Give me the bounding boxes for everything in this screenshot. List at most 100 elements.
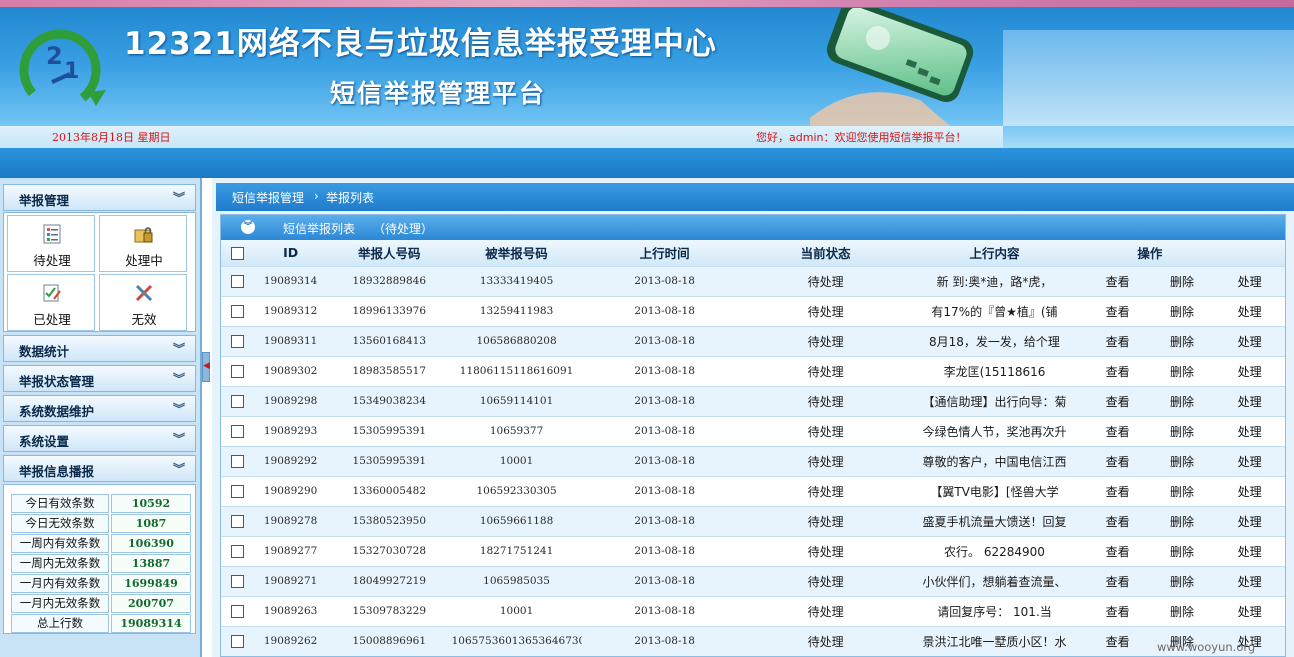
select-all-checkbox[interactable] [231, 247, 245, 261]
collapse-chevron-icon[interactable]: ︾ [241, 220, 255, 234]
view-link[interactable]: 查看 [1085, 505, 1150, 536]
quick-in-progress[interactable]: 处理中 [99, 215, 187, 272]
process-link-label[interactable]: 处理 [1238, 515, 1262, 529]
delete-link-label[interactable]: 删除 [1170, 545, 1194, 559]
view-link-label[interactable]: 查看 [1106, 275, 1130, 289]
row-checkbox[interactable] [231, 545, 245, 558]
view-link[interactable]: 查看 [1085, 475, 1150, 506]
process-link[interactable]: 处理 [1214, 445, 1285, 476]
view-link-label[interactable]: 查看 [1106, 425, 1130, 439]
delete-link[interactable]: 删除 [1149, 385, 1215, 416]
row-checkbox[interactable] [231, 335, 245, 348]
process-link-label[interactable]: 处理 [1238, 395, 1262, 409]
process-link[interactable]: 处理 [1214, 415, 1285, 446]
process-link-label[interactable]: 处理 [1238, 305, 1262, 319]
delete-link[interactable]: 删除 [1149, 535, 1215, 566]
delete-link-label[interactable]: 删除 [1170, 605, 1194, 619]
process-link-label[interactable]: 处理 [1238, 605, 1262, 619]
view-link-label[interactable]: 查看 [1106, 365, 1130, 379]
row-checkbox[interactable] [231, 425, 245, 438]
view-link-label[interactable]: 查看 [1106, 455, 1130, 469]
delete-link-label[interactable]: 删除 [1170, 305, 1194, 319]
view-link-label[interactable]: 查看 [1106, 395, 1130, 409]
row-checkbox[interactable] [231, 515, 245, 528]
view-link-label[interactable]: 查看 [1106, 515, 1130, 529]
process-link-label[interactable]: 处理 [1238, 575, 1262, 589]
sidebar-collapse-toggle[interactable]: ◀ [202, 352, 210, 382]
row-checkbox[interactable] [231, 305, 245, 318]
quick-pending[interactable]: 待处理 [7, 215, 95, 272]
view-link[interactable]: 查看 [1085, 595, 1150, 626]
view-link[interactable]: 查看 [1085, 415, 1150, 446]
process-link-label[interactable]: 处理 [1238, 425, 1262, 439]
delete-link[interactable]: 删除 [1149, 565, 1215, 596]
process-link[interactable]: 处理 [1214, 505, 1285, 536]
process-link-label[interactable]: 处理 [1238, 485, 1262, 499]
delete-link[interactable]: 删除 [1149, 475, 1215, 506]
delete-link-label[interactable]: 删除 [1170, 515, 1194, 529]
sidebar-section-data-statistics[interactable]: 数据统计 ︾ [3, 335, 196, 362]
sidebar-section-report-broadcast[interactable]: 举报信息播报 ︾ [3, 455, 196, 482]
process-link-label[interactable]: 处理 [1238, 275, 1262, 289]
process-link-label[interactable]: 处理 [1238, 335, 1262, 349]
sidebar-section-report-management[interactable]: 举报管理 ︾ [3, 184, 196, 211]
row-checkbox[interactable] [231, 365, 245, 378]
delete-link-label[interactable]: 删除 [1170, 455, 1194, 469]
row-checkbox[interactable] [231, 395, 245, 408]
view-link[interactable]: 查看 [1085, 355, 1150, 386]
quick-invalid[interactable]: 无效 [99, 274, 187, 331]
view-link[interactable]: 查看 [1085, 325, 1150, 356]
view-link-label[interactable]: 查看 [1106, 605, 1130, 619]
delete-link-label[interactable]: 删除 [1170, 335, 1194, 349]
process-link-label[interactable]: 处理 [1238, 455, 1262, 469]
row-checkbox[interactable] [231, 485, 245, 498]
sidebar-section-system-settings[interactable]: 系统设置 ︾ [3, 425, 196, 452]
process-link[interactable]: 处理 [1214, 475, 1285, 506]
view-link[interactable]: 查看 [1085, 565, 1150, 596]
process-link[interactable]: 处理 [1214, 565, 1285, 596]
delete-link[interactable]: 删除 [1149, 505, 1215, 536]
process-link[interactable]: 处理 [1214, 385, 1285, 416]
row-checkbox[interactable] [231, 275, 245, 288]
breadcrumb-item-sms-report-management[interactable]: 短信举报管理 [232, 189, 304, 206]
view-link[interactable]: 查看 [1085, 295, 1150, 326]
delete-link-label[interactable]: 删除 [1170, 365, 1194, 379]
delete-link[interactable]: 删除 [1149, 595, 1215, 626]
row-checkbox[interactable] [231, 605, 245, 618]
view-link-label[interactable]: 查看 [1106, 485, 1130, 499]
delete-link[interactable]: 删除 [1149, 445, 1215, 476]
process-link[interactable]: 处理 [1214, 325, 1285, 356]
process-link-label[interactable]: 处理 [1238, 365, 1262, 379]
view-link-label[interactable]: 查看 [1106, 305, 1130, 319]
view-link[interactable]: 查看 [1085, 385, 1150, 416]
sidebar-section-system-data-maintenance[interactable]: 系统数据维护 ︾ [3, 395, 196, 422]
view-link-label[interactable]: 查看 [1106, 545, 1130, 559]
process-link[interactable]: 处理 [1214, 295, 1285, 326]
row-checkbox[interactable] [231, 455, 245, 468]
delete-link[interactable]: 删除 [1149, 415, 1215, 446]
process-link[interactable]: 处理 [1214, 265, 1285, 296]
delete-link[interactable]: 删除 [1149, 265, 1215, 296]
process-link[interactable]: 处理 [1214, 595, 1285, 626]
delete-link-label[interactable]: 删除 [1170, 395, 1194, 409]
view-link[interactable]: 查看 [1085, 535, 1150, 566]
view-link-label[interactable]: 查看 [1106, 575, 1130, 589]
view-link-label[interactable]: 查看 [1106, 635, 1130, 649]
process-link[interactable]: 处理 [1214, 355, 1285, 386]
delete-link[interactable]: 删除 [1149, 295, 1215, 326]
delete-link-label[interactable]: 删除 [1170, 425, 1194, 439]
delete-link[interactable]: 删除 [1149, 355, 1215, 386]
row-checkbox[interactable] [231, 575, 245, 588]
delete-link-label[interactable]: 删除 [1170, 485, 1194, 499]
row-checkbox[interactable] [231, 635, 245, 649]
view-link[interactable]: 查看 [1085, 445, 1150, 476]
delete-link-label[interactable]: 删除 [1170, 575, 1194, 589]
delete-link[interactable]: 删除 [1149, 325, 1215, 356]
process-link-label[interactable]: 处理 [1238, 545, 1262, 559]
view-link[interactable]: 查看 [1085, 625, 1150, 656]
sidebar-section-report-status-management[interactable]: 举报状态管理 ︾ [3, 365, 196, 392]
view-link-label[interactable]: 查看 [1106, 335, 1130, 349]
delete-link-label[interactable]: 删除 [1170, 275, 1194, 289]
process-link[interactable]: 处理 [1214, 535, 1285, 566]
quick-processed[interactable]: 已处理 [7, 274, 95, 331]
